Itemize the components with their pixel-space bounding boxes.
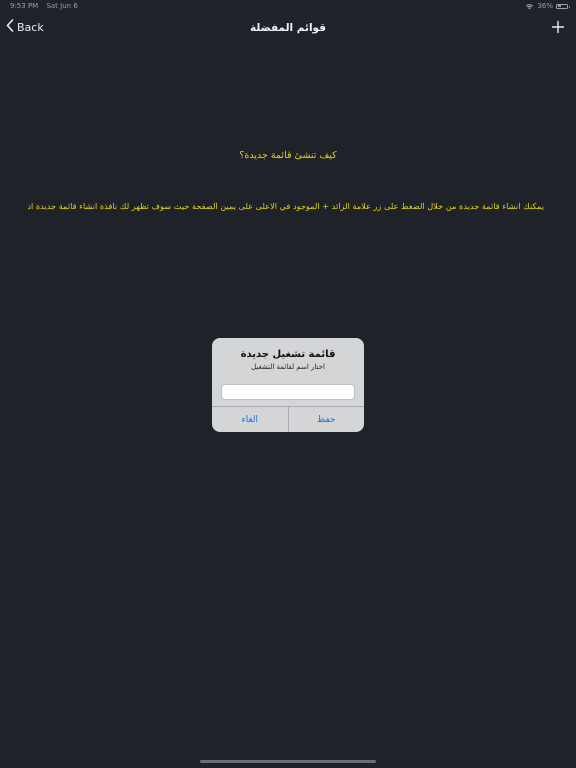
cancel-button[interactable]: الغاء — [212, 407, 289, 432]
status-bar: 9:53 PM Sat Jun 6 36% — [0, 0, 576, 12]
plus-icon — [550, 20, 566, 39]
help-body: يمكنك انشاء قائمة جديدة من خلال الضغط عل… — [28, 201, 544, 211]
help-title: كيف تنشئ قائمة جديدة؟ — [239, 150, 337, 161]
nav-bar: Back قوائم المفضلة — [0, 14, 576, 42]
battery-percent: 36% — [537, 2, 553, 10]
screen: 9:53 PM Sat Jun 6 36% Back قوائم المفضلة… — [0, 0, 576, 768]
save-button[interactable]: حفظ — [289, 407, 365, 432]
home-indicator[interactable] — [200, 760, 376, 763]
wifi-icon — [525, 3, 534, 10]
playlist-name-input[interactable] — [221, 384, 355, 400]
dialog-buttons: الغاء حفظ — [212, 406, 364, 432]
status-date: Sat Jun 6 — [46, 2, 78, 10]
page-title: قوائم المفضلة — [249, 22, 327, 34]
new-playlist-dialog: قائمة تشغيل جديدة اختار اسم لقائمة التشغ… — [212, 338, 364, 432]
status-time: 9:53 PM — [10, 2, 39, 10]
dialog-message: اختار اسم لقائمة التشغيل — [251, 363, 325, 371]
battery-level — [557, 5, 561, 7]
add-list-button[interactable] — [550, 19, 566, 35]
dialog-title: قائمة تشغيل جديدة — [240, 349, 336, 360]
status-right: 36% — [525, 2, 570, 10]
status-left: 9:53 PM Sat Jun 6 — [10, 2, 84, 10]
battery-icon — [556, 3, 570, 9]
